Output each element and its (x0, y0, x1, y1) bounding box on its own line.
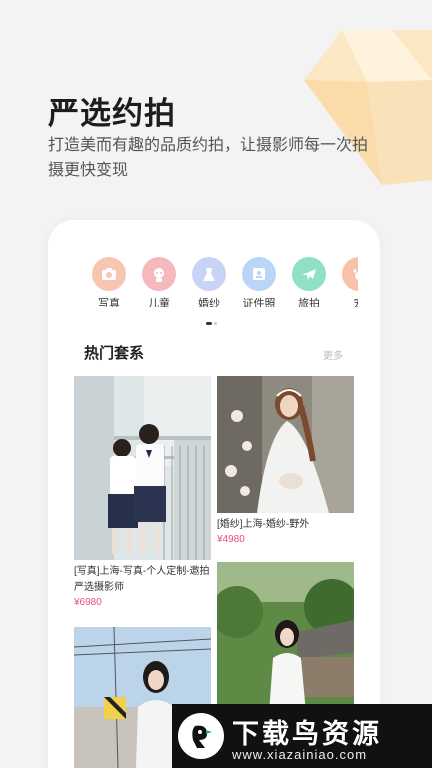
category-children[interactable]: 儿童 (134, 257, 184, 307)
page-indicator (206, 322, 220, 326)
phone-mockup: 写真 儿童 婚纱 证件照 旅拍 热门套系 更多 [写真]上海-写真-个人定制-邀… (48, 220, 380, 768)
package-title: [婚纱]上海-婚纱-野外 (217, 519, 310, 530)
page-dot-active (206, 322, 212, 325)
child-icon (142, 257, 176, 291)
package-card[interactable]: [婚纱]上海-婚纱-野外 ¥4980 (217, 376, 354, 545)
watermark-url: www.xiazainiao.com (232, 747, 368, 762)
package-photo (74, 376, 211, 560)
category-row[interactable]: 写真 儿童 婚纱 证件照 旅拍 (84, 257, 358, 307)
airplane-icon (292, 257, 326, 291)
page-headline: 严选约拍 (48, 96, 176, 131)
wedding-dress-icon (192, 257, 226, 291)
category-wedding[interactable]: 婚纱 (184, 257, 234, 307)
category-label: 旅拍 (298, 298, 320, 307)
package-title: [写真]上海-写真-个人定制-邀拍严选摄影师 (74, 566, 210, 593)
id-card-icon (242, 257, 276, 291)
pet-icon (342, 257, 358, 291)
bird-logo-icon (178, 713, 224, 759)
category-label: 宠 (334, 295, 359, 307)
category-travel[interactable]: 旅拍 (284, 257, 334, 307)
category-label: 写真 (98, 298, 120, 307)
more-link[interactable]: 更多 (323, 347, 343, 362)
package-card[interactable]: [写真]上海-写真-个人定制-邀拍严选摄影师 ¥6980 (74, 376, 211, 608)
package-price: ¥6980 (74, 597, 102, 608)
package-price: ¥4980 (217, 534, 245, 545)
watermark-name: 下载鸟资源 (232, 719, 382, 749)
package-photo (217, 376, 354, 513)
page-subtitle: 打造美而有趣的品质约拍，让摄影师每一次拍摄更快变现 (48, 137, 369, 179)
section-title: 热门套系 (84, 345, 145, 362)
camera-icon (92, 257, 126, 291)
page-dot (214, 322, 217, 325)
category-label: 证件照 (242, 298, 276, 307)
watermark-banner: 下载鸟资源 www.xiazainiao.com (172, 704, 432, 768)
category-label: 婚纱 (198, 298, 220, 307)
category-portrait[interactable]: 写真 (84, 257, 134, 307)
category-label: 儿童 (148, 298, 170, 307)
category-id-photo[interactable]: 证件照 (234, 257, 284, 307)
category-pet[interactable]: 宠 (334, 257, 358, 307)
